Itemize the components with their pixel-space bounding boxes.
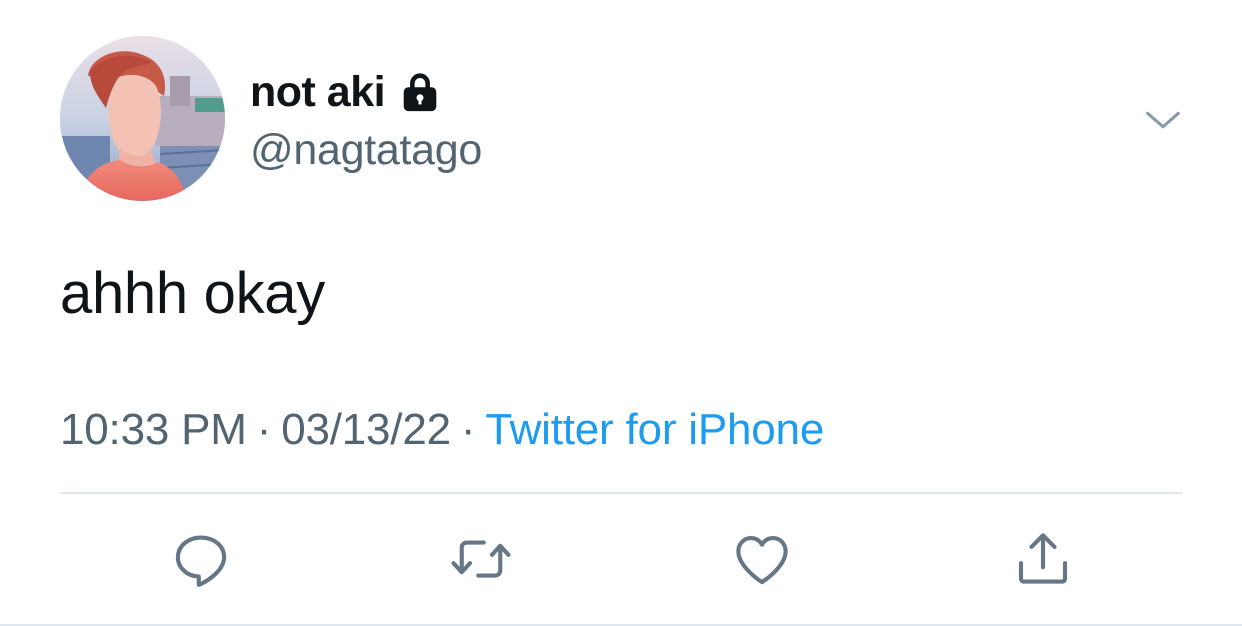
- lock-icon: [397, 69, 443, 115]
- share-icon: [1018, 533, 1068, 584]
- retweet-button[interactable]: [448, 526, 514, 592]
- action-bar: [0, 526, 1242, 592]
- display-name[interactable]: not aki: [250, 64, 386, 120]
- tweet-time[interactable]: 10:33 PM: [60, 405, 247, 454]
- author-row: not aki: [250, 64, 443, 120]
- divider: [60, 492, 1182, 494]
- tweet-date[interactable]: 03/13/22: [281, 405, 451, 454]
- avatar-photo: [60, 36, 225, 201]
- share-button[interactable]: [1010, 526, 1076, 592]
- meta-separator: ·: [460, 405, 476, 454]
- retweet-icon: [451, 540, 511, 578]
- tweet-card: not aki @nagtatago ahhh okay 10:33 PM · 03…: [0, 0, 1242, 626]
- handle[interactable]: @nagtatago: [250, 122, 482, 178]
- reply-button[interactable]: [168, 526, 234, 592]
- like-button[interactable]: [729, 526, 795, 592]
- reply-icon: [175, 535, 227, 587]
- heart-icon: [736, 536, 788, 585]
- tweet-text: ahhh okay: [60, 261, 325, 326]
- tweet-meta: 10:33 PM · 03/13/22 · Twitter for iPhone: [60, 402, 824, 458]
- chevron-down-icon[interactable]: [1140, 98, 1186, 144]
- avatar[interactable]: [60, 36, 225, 201]
- tweet-source-link[interactable]: Twitter for iPhone: [485, 405, 824, 454]
- meta-separator: ·: [256, 405, 272, 454]
